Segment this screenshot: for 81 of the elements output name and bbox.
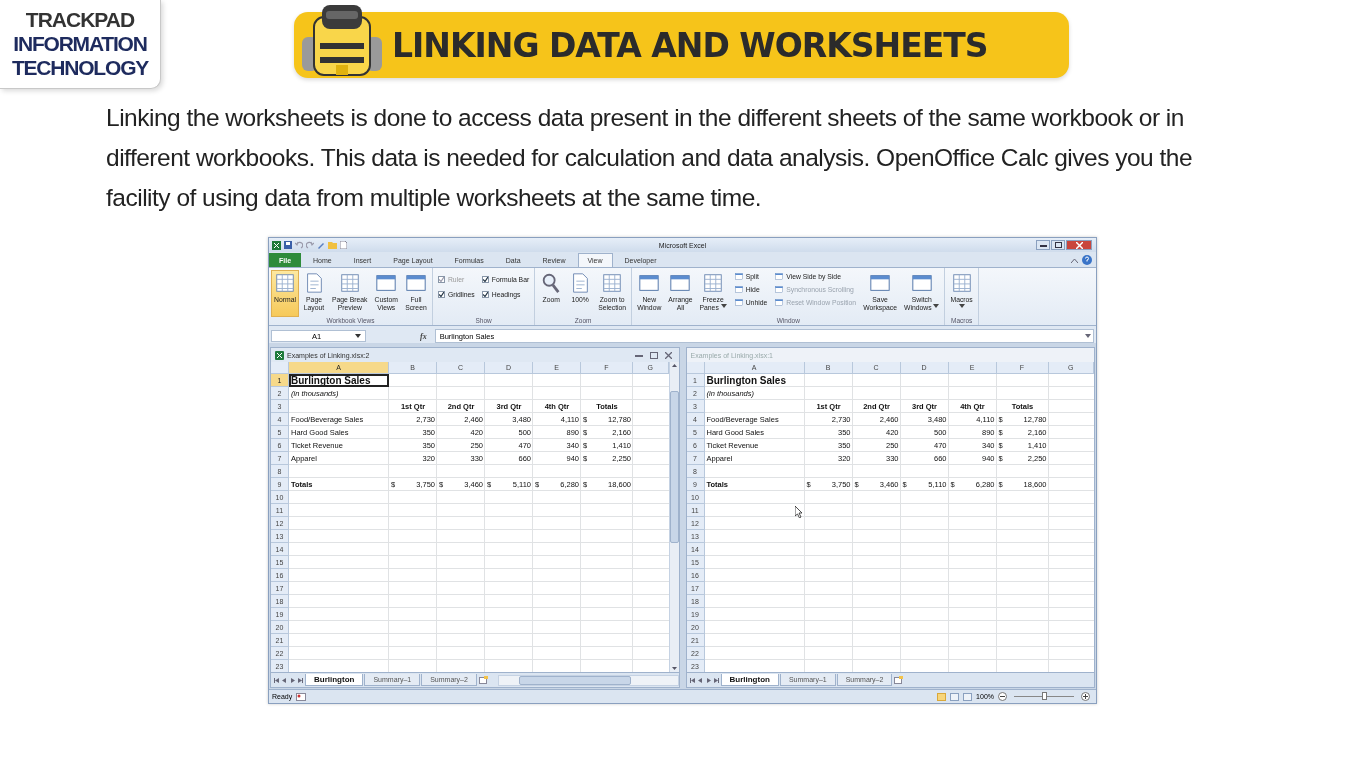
- minimize-icon: [1039, 243, 1047, 247]
- window-icon: [733, 298, 744, 307]
- plus-icon: [1083, 694, 1088, 699]
- window-icon: [733, 285, 744, 294]
- next-sheet-button[interactable]: [704, 675, 712, 685]
- window-icon: [404, 272, 427, 294]
- grid-icon: [274, 272, 296, 294]
- collapse-icon[interactable]: [1071, 257, 1078, 263]
- window-icon: [774, 298, 785, 307]
- save-icon[interactable]: [284, 241, 292, 249]
- new-sheet-icon: [478, 676, 488, 684]
- banner-title: LINKING DATA AND WORKSHEETS: [392, 25, 988, 65]
- window-icon: [774, 285, 785, 294]
- window-icon: [910, 272, 933, 294]
- view-button[interactable]: [950, 692, 960, 701]
- window-icon: [638, 272, 661, 294]
- sheet-tab[interactable]: Burlington: [720, 674, 779, 686]
- checkbox[interactable]: [481, 291, 489, 298]
- triangle-icon: [689, 677, 695, 683]
- view-button[interactable]: [963, 692, 973, 701]
- page-icon[interactable]: [340, 241, 347, 249]
- minus-icon: [1000, 696, 1005, 697]
- caret-icon: [355, 334, 361, 338]
- pointer-icon: [794, 506, 803, 518]
- help-icon[interactable]: [1082, 255, 1092, 265]
- zoom-out-button[interactable]: [998, 692, 1007, 701]
- close-button[interactable]: [662, 350, 675, 360]
- window-icon: [375, 272, 398, 294]
- scroll-thumb[interactable]: [518, 675, 631, 685]
- macro-record-icon[interactable]: [296, 692, 307, 701]
- restore-icon: [649, 351, 658, 359]
- minimize-icon: [634, 353, 643, 357]
- vertical-scrollbar[interactable]: [668, 362, 679, 672]
- maximize-icon: [1054, 242, 1062, 248]
- window-icon: [733, 272, 744, 281]
- previous-sheet-button[interactable]: [696, 675, 704, 685]
- logo-text: TECHNOLOGY: [11, 56, 149, 80]
- slider-thumb[interactable]: [1042, 692, 1047, 700]
- last-sheet-button[interactable]: [297, 675, 304, 685]
- first-sheet-button[interactable]: [273, 675, 280, 685]
- function-label[interactable]: fx: [420, 331, 427, 341]
- previous-sheet-button[interactable]: [281, 675, 288, 685]
- scroll-thumb[interactable]: [669, 391, 679, 543]
- close-button[interactable]: [1066, 240, 1092, 250]
- undo-icon[interactable]: [295, 241, 303, 249]
- workbook-icon: [275, 350, 284, 360]
- horizontal-scrollbar[interactable]: [497, 674, 679, 686]
- close-icon: [1075, 241, 1083, 249]
- grid-icon: [338, 272, 361, 294]
- grid-icon: [601, 272, 624, 294]
- close-icon: [665, 351, 672, 359]
- checkbox[interactable]: [437, 291, 445, 298]
- up-arrow-icon[interactable]: [671, 364, 677, 367]
- triangle-icon: [713, 677, 719, 683]
- body-paragraph: Linking the worksheets is done to access data present in the different sheets of the same workbook or in different workbooks. This data is needed for calculation and data analysis. OpenOffice Calc gives you the facility of using data from multiple worksheets at the same time.: [106, 103, 1194, 213]
- new-sheet-icon: [894, 676, 904, 684]
- logo-text: INFORMATION: [13, 32, 147, 56]
- brush-icon[interactable]: [317, 241, 325, 249]
- table-cell-text: Burlington Sales: [705, 374, 787, 387]
- maximize-button[interactable]: [1051, 240, 1065, 250]
- redo-icon[interactable]: [306, 241, 314, 249]
- caret-icon: [1085, 334, 1091, 338]
- zoom-in-button[interactable]: [1081, 692, 1090, 701]
- grid-icon: [950, 272, 973, 294]
- restore-button[interactable]: [647, 350, 660, 360]
- window-icon: [669, 272, 692, 294]
- new-sheet-button[interactable]: [477, 675, 489, 685]
- triangle-icon: [274, 677, 279, 683]
- app-icon[interactable]: [272, 240, 281, 250]
- next-sheet-button[interactable]: [289, 675, 296, 685]
- checkbox[interactable]: [481, 276, 489, 283]
- minimize-button[interactable]: [1036, 240, 1050, 250]
- sheet-tab[interactable]: Burlington: [305, 674, 364, 686]
- down-arrow-icon[interactable]: [671, 667, 677, 670]
- new-sheet-button[interactable]: [893, 675, 905, 685]
- window-icon: [774, 272, 785, 281]
- triangle-icon: [298, 677, 303, 683]
- grid-icon: [702, 272, 725, 294]
- window-icon: [869, 272, 892, 294]
- table-cell: Burlington Sales: [289, 374, 389, 387]
- logo-text: TRACKPAD: [25, 8, 135, 32]
